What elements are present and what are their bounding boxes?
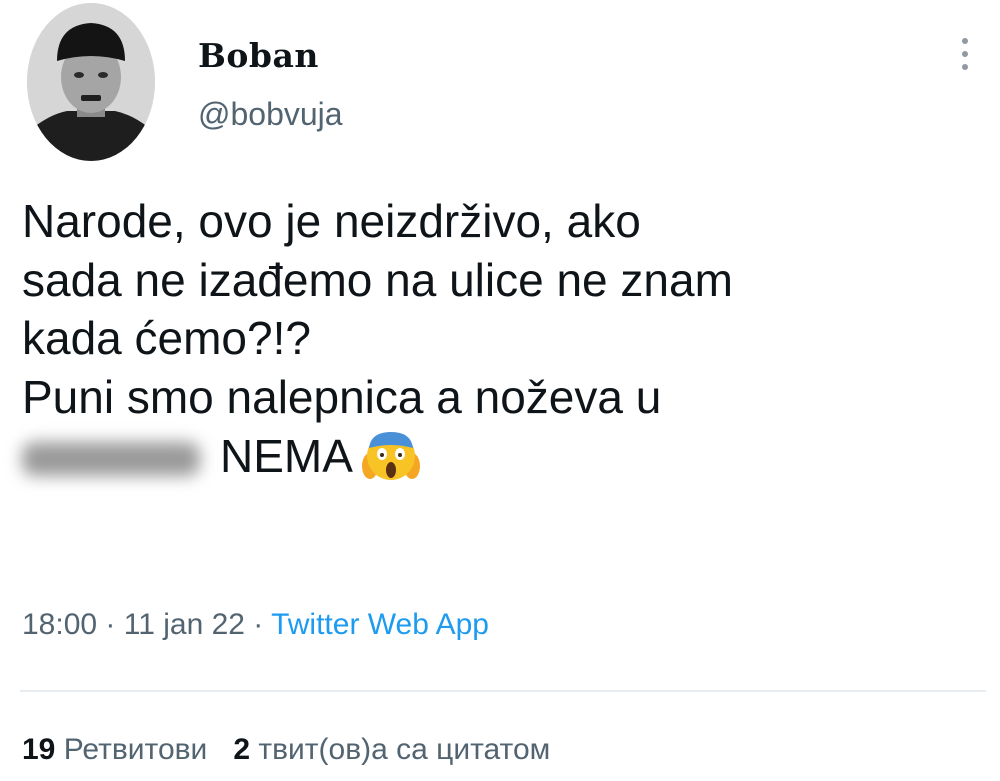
tweet-line: kada ćemo?!? <box>22 312 311 364</box>
avatar[interactable] <box>27 3 155 161</box>
tweet-meta: 18:00 · 11 jan 22 · Twitter Web App <box>22 608 489 642</box>
tweet-card: Boban @bobvuja Narode, ovo je neizdrživo… <box>0 0 1000 781</box>
tweet-date[interactable]: 11 jan 22 <box>124 608 245 641</box>
tweet-line: Narode, ovo je neizdrživo, ako <box>22 195 641 247</box>
user-handle[interactable]: @bobvuja <box>198 96 343 133</box>
meta-separator: · <box>97 608 124 641</box>
display-name[interactable]: Boban <box>198 36 319 75</box>
tweet-word-nema: NEMA <box>220 430 353 482</box>
quotes-stat[interactable]: 2 твит(ов)а са цитатом <box>233 733 550 766</box>
tweet-time[interactable]: 18:00 <box>22 608 97 641</box>
retweets-label: Ретвитови <box>63 733 208 766</box>
quotes-count: 2 <box>233 733 251 766</box>
meta-separator: · <box>244 608 272 641</box>
tweet-source-link[interactable]: Twitter Web App <box>271 608 489 641</box>
tweet-text: Narode, ovo je neizdrživo, ako sada ne i… <box>22 192 982 486</box>
screaming-face-emoji-icon <box>361 426 421 486</box>
avatar-photo <box>27 3 155 161</box>
retweets-stat[interactable]: 19 Ретвитови <box>22 733 207 766</box>
more-options-icon[interactable] <box>945 30 985 78</box>
tweet-line-last: NEMA <box>22 426 982 486</box>
divider <box>20 690 986 692</box>
blurred-word <box>22 442 200 476</box>
quotes-label: твит(ов)а са цитатом <box>258 733 551 766</box>
tweet-stats: 19 Ретвитови 2 твит(ов)а са цитатом <box>22 733 550 767</box>
tweet-line: Puni smo nalepnica a noževa u <box>22 370 662 423</box>
tweet-line: sada ne izađemo na ulice ne znam <box>22 253 733 306</box>
retweets-count: 19 <box>22 733 56 766</box>
